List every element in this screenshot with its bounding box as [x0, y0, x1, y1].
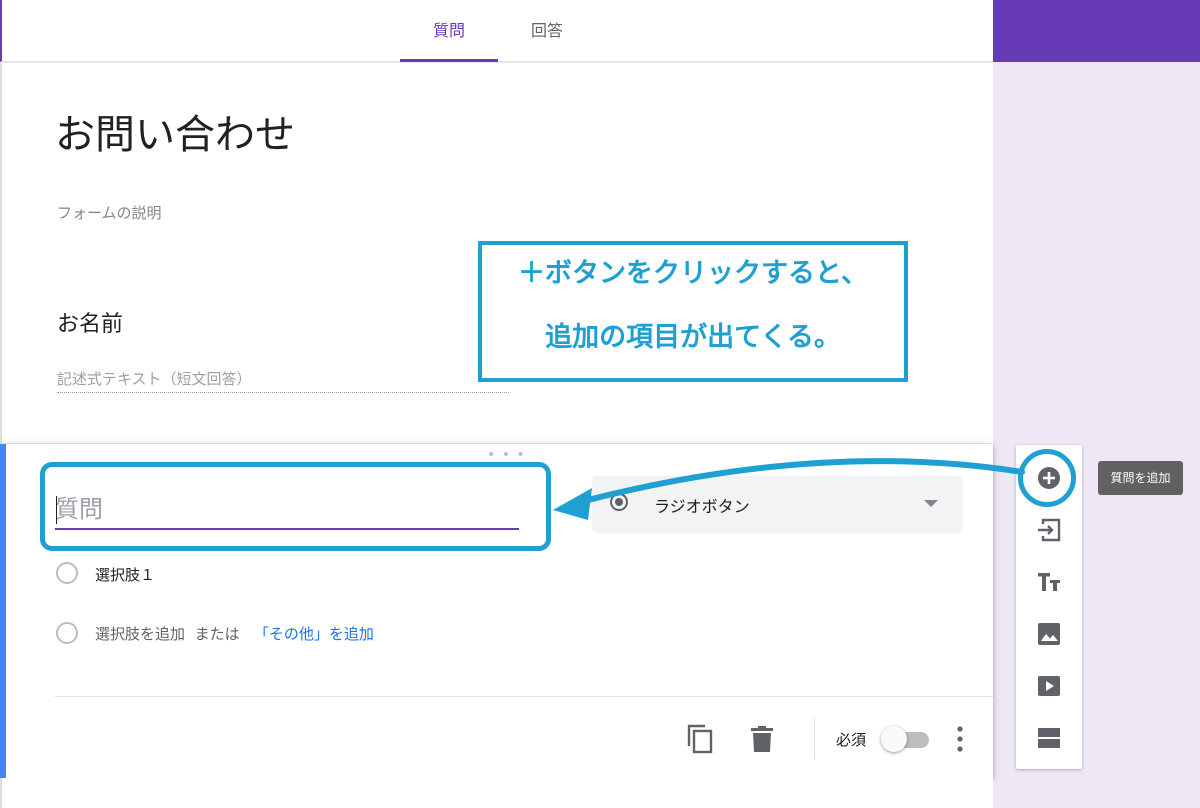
add-option-radio: [56, 622, 78, 644]
required-toggle[interactable]: [881, 726, 931, 752]
header-accent-band: [993, 0, 1200, 62]
page-bottom-strip: [0, 778, 993, 808]
form-description-field[interactable]: フォームの説明: [57, 202, 162, 223]
more-vert-icon[interactable]: [950, 725, 970, 753]
or-text: または: [194, 625, 240, 643]
radio-button-icon: [610, 493, 628, 511]
video-icon[interactable]: [1035, 672, 1063, 700]
required-label: 必須: [836, 731, 867, 749]
annotation-line-1: ＋ボタンをクリックすると、: [518, 258, 868, 289]
duplicate-icon[interactable]: [687, 724, 713, 754]
form-title[interactable]: お問い合わせ: [55, 102, 295, 160]
annotation-callout: ＋ボタンをクリックすると、 追加の項目が出てくる。: [478, 241, 908, 382]
dropdown-arrow-icon: [924, 500, 938, 507]
tab-questions[interactable]: 質問: [400, 0, 498, 62]
add-other-link[interactable]: 「その他」を追加: [254, 625, 374, 643]
form-header: 質問 回答: [0, 0, 993, 62]
section-icon[interactable]: [1035, 724, 1063, 752]
tab-responses[interactable]: 回答: [498, 0, 596, 62]
short-answer-hint: 記述式テキスト（短文回答）: [57, 370, 252, 388]
add-question-tooltip: 質問を追加: [1098, 461, 1183, 495]
drag-handle-icon[interactable]: • • •: [487, 447, 526, 463]
footer-separator: [814, 717, 815, 759]
question-type-label: ラジオボタン: [654, 497, 750, 516]
toggle-knob: [881, 726, 907, 752]
short-answer-underline: [57, 392, 509, 393]
title-text-icon[interactable]: [1035, 568, 1063, 596]
delete-icon[interactable]: [751, 726, 773, 752]
option-1-radio[interactable]: [56, 562, 78, 584]
question-title-name[interactable]: お名前: [57, 306, 123, 338]
add-option-row: 選択肢を追加 または 「その他」を追加: [95, 623, 374, 644]
card-footer-divider: [55, 696, 993, 697]
annotation-circle: [1018, 449, 1076, 507]
text-cursor: [56, 496, 57, 524]
image-icon[interactable]: [1035, 620, 1063, 648]
annotation-line-2: 追加の項目が出てくる。: [545, 322, 841, 353]
option-1-label[interactable]: 選択肢１: [95, 564, 155, 585]
question-type-dropdown[interactable]: ラジオボタン: [592, 476, 963, 533]
import-questions-icon[interactable]: [1035, 516, 1063, 544]
question-title-input[interactable]: [55, 490, 519, 530]
add-option-link[interactable]: 選択肢を追加: [95, 625, 185, 643]
